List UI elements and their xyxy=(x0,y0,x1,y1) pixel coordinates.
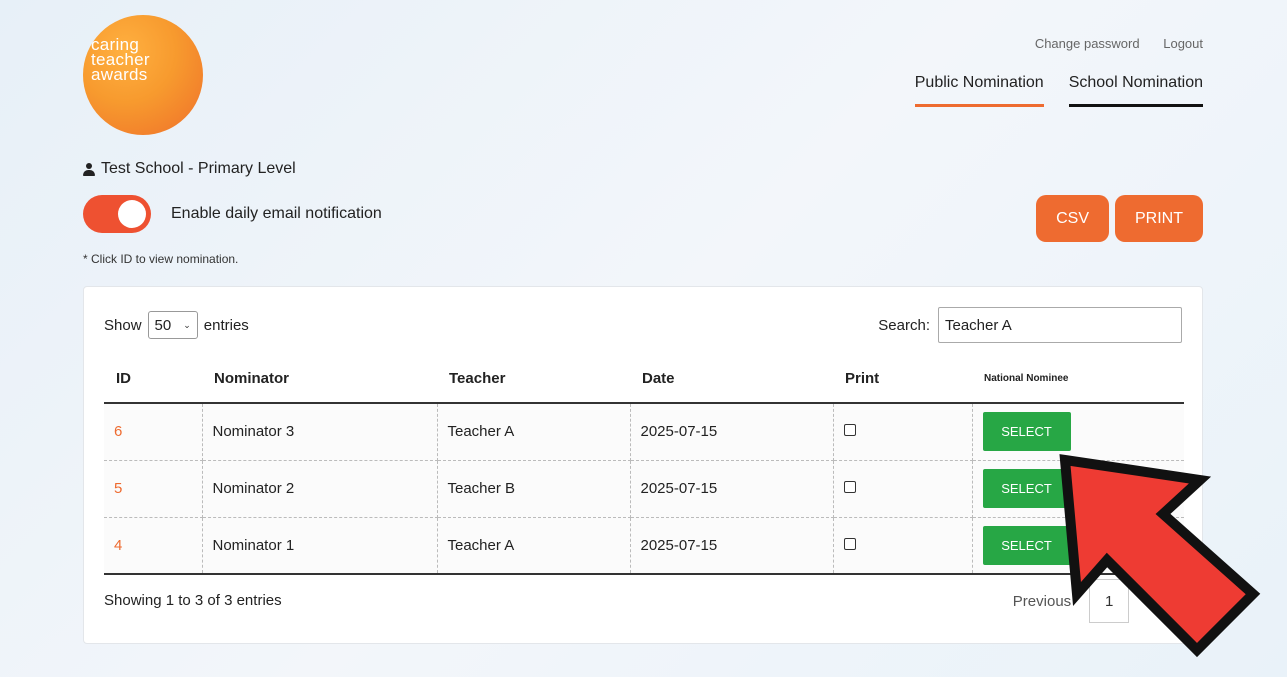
school-label: Test School - Primary Level xyxy=(83,160,296,178)
table-header-row: ID Nominator Teacher Date Print National… xyxy=(104,357,1184,404)
table-info: Showing 1 to 3 of 3 entries xyxy=(104,592,282,609)
select-button[interactable]: SELECT xyxy=(982,525,1071,565)
print-checkbox[interactable] xyxy=(843,537,856,550)
change-password-link[interactable]: Change password xyxy=(1035,36,1140,51)
row-date: 2025-07-15 xyxy=(630,460,834,518)
print-checkbox[interactable] xyxy=(843,481,856,493)
nomination-nav: Public Nomination School Nomination xyxy=(914,74,1203,107)
csv-button[interactable]: CSV xyxy=(1036,195,1109,242)
header-teacher[interactable]: Teacher xyxy=(437,357,630,404)
row-teacher: Teacher B xyxy=(437,460,631,518)
search-control: Search: xyxy=(878,307,1182,343)
tab-school-nomination[interactable]: School Nomination xyxy=(1068,74,1203,107)
search-label: Search: xyxy=(878,316,930,334)
logo-line-3: awards xyxy=(91,65,148,84)
header-date[interactable]: Date xyxy=(630,357,833,404)
school-name: Test School - Primary Level xyxy=(101,160,296,177)
page-1-button[interactable]: 1 xyxy=(1089,579,1130,623)
header-id[interactable]: ID xyxy=(104,357,202,404)
table-row: 6 Nominator 3 Teacher A 2025-07-15 SELEC… xyxy=(104,403,1184,461)
row-date: 2025-07-15 xyxy=(630,517,834,575)
tab-public-nomination[interactable]: Public Nomination xyxy=(914,74,1044,107)
row-nominator: Nominator 2 xyxy=(202,460,438,518)
row-national-cell: SELECT xyxy=(972,460,1184,518)
row-nominator: Nominator 1 xyxy=(202,517,438,575)
caring-teacher-awards-logo[interactable]: caring teacher awards xyxy=(83,15,203,135)
chevron-down-icon: ⌄ xyxy=(183,319,191,330)
previous-page-button[interactable]: Previous xyxy=(1013,593,1071,610)
toggle-knob xyxy=(118,200,146,228)
row-teacher: Teacher A xyxy=(437,403,631,461)
next-page-button[interactable]: Next xyxy=(1147,593,1178,610)
row-date: 2025-07-15 xyxy=(630,403,834,461)
print-checkbox[interactable] xyxy=(843,424,856,437)
account-links: Change password Logout xyxy=(1015,36,1203,51)
header-national-nominee[interactable]: National Nominee xyxy=(972,357,1184,404)
row-id-link[interactable]: 6 xyxy=(104,403,203,461)
select-button[interactable]: SELECT xyxy=(982,412,1071,452)
nominations-card: Show 50 ⌄ entries Search: ID Nominator T… xyxy=(83,286,1203,644)
table-row: 4 Nominator 1 Teacher A 2025-07-15 SELEC… xyxy=(104,517,1184,575)
header-nominator[interactable]: Nominator xyxy=(202,357,437,404)
pagination: Previous 1 Next xyxy=(1013,579,1178,623)
row-id-link[interactable]: 5 xyxy=(104,460,203,518)
row-print-cell xyxy=(833,517,973,575)
entries-label: entries xyxy=(203,316,249,334)
row-nominator: Nominator 3 xyxy=(202,403,438,461)
email-notification-toggle[interactable] xyxy=(83,195,151,233)
row-print-cell xyxy=(833,460,973,518)
export-actions: CSV PRINT xyxy=(1036,195,1203,242)
notification-row: Enable daily email notification xyxy=(83,195,382,233)
search-input[interactable] xyxy=(938,307,1182,343)
logout-link[interactable]: Logout xyxy=(1163,36,1203,51)
notification-label: Enable daily email notification xyxy=(171,205,382,222)
nominations-table: ID Nominator Teacher Date Print National… xyxy=(104,357,1184,575)
print-button[interactable]: PRINT xyxy=(1115,195,1203,242)
page-length-select[interactable]: 50 ⌄ xyxy=(147,311,198,339)
row-print-cell xyxy=(833,403,973,461)
table-row: 5 Nominator 2 Teacher B 2025-07-15 SELEC… xyxy=(104,460,1184,518)
show-label: Show xyxy=(104,316,142,334)
row-national-cell: SELECT xyxy=(972,517,1184,575)
row-teacher: Teacher A xyxy=(437,517,631,575)
row-id-link[interactable]: 4 xyxy=(104,517,203,575)
select-button[interactable]: SELECT xyxy=(982,469,1071,508)
user-icon xyxy=(83,162,95,176)
row-national-cell: SELECT xyxy=(972,403,1184,461)
page-length-value: 50 xyxy=(154,316,172,334)
click-id-note: * Click ID to view nomination. xyxy=(83,252,239,266)
header-print[interactable]: Print xyxy=(833,357,972,404)
page-length-control: Show 50 ⌄ entries xyxy=(104,311,249,339)
